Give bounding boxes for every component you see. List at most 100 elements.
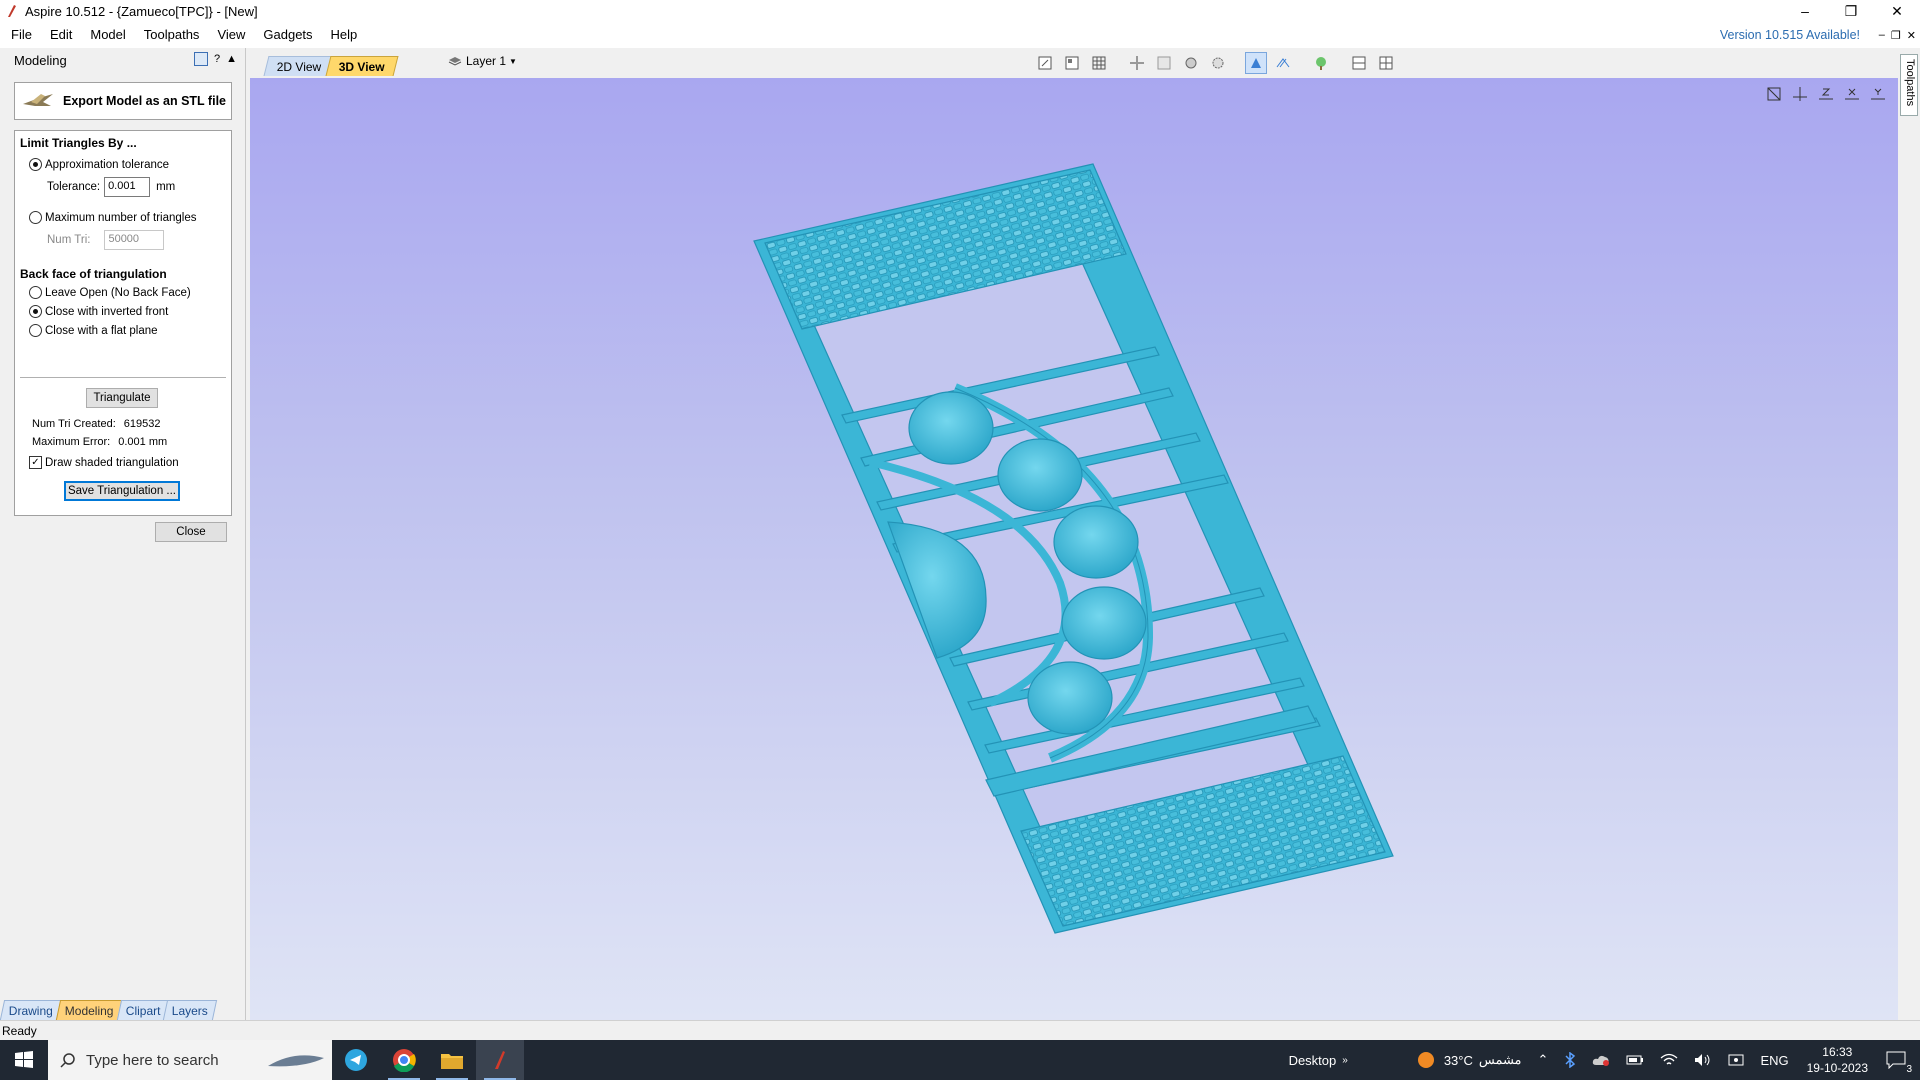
stl-model-render — [753, 163, 1394, 934]
flat-plane-radio[interactable] — [29, 324, 42, 337]
tab-clipart[interactable]: Clipart — [116, 1000, 170, 1020]
chevron-right-icon: » — [1342, 1054, 1348, 1066]
back-face-title: Back face of triangulation — [20, 267, 167, 281]
close-window-button[interactable]: ✕ — [1874, 0, 1920, 22]
export-stl-title: Export Model as an STL file — [63, 94, 226, 108]
chrome-app[interactable] — [380, 1040, 428, 1080]
save-triangulation-button[interactable]: Save Triangulation ... — [64, 481, 180, 501]
num-tri-row: Num Tri: 50000 — [47, 230, 170, 250]
divider — [20, 377, 226, 378]
desktop-toolbar[interactable]: Desktop» — [1289, 1053, 1348, 1068]
layout-quad-icon[interactable] — [1375, 52, 1397, 74]
grid-icon[interactable] — [1088, 52, 1110, 74]
tab-3d-view[interactable]: 3D View — [325, 56, 399, 76]
triangulate-button[interactable]: Triangulate — [86, 388, 158, 408]
max-triangles-option[interactable]: Maximum number of triangles — [29, 211, 196, 224]
view-tools — [1034, 52, 1397, 74]
inverted-front-option[interactable]: Close with inverted front — [29, 305, 168, 318]
notifications-button[interactable]: 3 — [1886, 1051, 1912, 1075]
tab-drawing[interactable]: Drawing — [0, 1000, 63, 1020]
draw-shaded-label: Draw shaded triangulation — [45, 456, 179, 469]
telegram-icon — [345, 1049, 367, 1071]
status-text: Ready — [2, 1024, 37, 1038]
minimize-button[interactable]: – — [1782, 0, 1828, 22]
export-stl-header: Export Model as an STL file — [14, 82, 232, 120]
windows-icon — [15, 1051, 33, 1068]
tolerance-unit: mm — [156, 181, 176, 193]
telegram-app[interactable] — [332, 1040, 380, 1080]
chevron-up-icon[interactable]: ⌃ — [1538, 1052, 1549, 1068]
inverted-front-label: Close with inverted front — [45, 305, 169, 318]
toolpaths-side-tab[interactable]: Toolpaths — [1900, 54, 1918, 116]
panel-toggle-icon[interactable] — [193, 52, 208, 66]
aspire-taskbar-app[interactable] — [476, 1040, 524, 1080]
inverted-front-radio[interactable] — [29, 305, 42, 318]
bluetooth-icon[interactable] — [1564, 1052, 1576, 1068]
layer-selector[interactable]: Layer 1 ▼ — [448, 54, 517, 68]
layout-split-icon[interactable] — [1348, 52, 1370, 74]
panel-tabs: Drawing Modeling Clipart Layers — [0, 996, 246, 1020]
max-triangles-radio[interactable] — [29, 211, 42, 224]
restore-button[interactable]: ❐ — [1828, 0, 1874, 22]
menu-model[interactable]: Model — [81, 22, 134, 48]
status-bar: Ready — [0, 1020, 1920, 1040]
num-tri-input[interactable]: 50000 — [104, 230, 165, 250]
leave-open-radio[interactable] — [29, 286, 42, 299]
clock[interactable]: 16:33 19-10-2023 — [1807, 1044, 1868, 1076]
tolerance-input[interactable]: 0.001 — [104, 177, 151, 197]
max-error-value: 0.001 mm — [118, 436, 168, 448]
num-tri-created-label: Num Tri Created: — [32, 418, 116, 430]
search-placeholder: Type here to search — [86, 1051, 219, 1069]
leave-open-option[interactable]: Leave Open (No Back Face) — [29, 286, 191, 299]
menu-view[interactable]: View — [208, 22, 254, 48]
language-indicator[interactable]: ENG — [1760, 1053, 1788, 1068]
notification-count: 3 — [1906, 1064, 1912, 1075]
draw-shaded-checkbox[interactable]: ✓ — [29, 456, 42, 469]
cloud-sync-icon[interactable] — [1592, 1053, 1610, 1067]
flat-plane-option[interactable]: Close with a flat plane — [29, 324, 158, 337]
3d-viewport[interactable] — [250, 78, 1898, 1020]
input-method-icon[interactable] — [1728, 1053, 1744, 1067]
zoom-icon[interactable] — [1153, 52, 1175, 74]
pan-icon[interactable] — [1126, 52, 1148, 74]
menu-help[interactable]: Help — [322, 22, 367, 48]
render-tree-icon[interactable] — [1310, 52, 1332, 74]
help-icon[interactable]: ? — [214, 53, 220, 65]
snap-grid-icon[interactable] — [1061, 52, 1083, 74]
version-available-link[interactable]: Version 10.515 Available! — [1720, 22, 1860, 48]
mdi-close-icon[interactable]: ✕ — [1907, 29, 1916, 42]
num-tri-created-row: Num Tri Created: 619532 — [32, 418, 168, 430]
approx-tolerance-radio[interactable] — [29, 158, 42, 171]
battery-icon[interactable] — [1626, 1054, 1644, 1066]
weather-widget[interactable]: 33°C مشمس — [1416, 1050, 1522, 1070]
tab-modeling[interactable]: Modeling — [55, 1000, 123, 1020]
draw-shaded-option[interactable]: ✓ Draw shaded triangulation — [29, 456, 179, 469]
modeling-panel: Modeling ? ▲ Export Model as an STL file… — [0, 48, 246, 1020]
approx-tolerance-option[interactable]: Approximation tolerance — [29, 158, 169, 171]
notification-icon — [1886, 1051, 1906, 1069]
sun-icon — [1417, 1052, 1434, 1068]
file-explorer-app[interactable] — [428, 1040, 476, 1080]
close-button[interactable]: Close — [155, 522, 227, 542]
zoom-all-icon[interactable] — [1207, 52, 1229, 74]
tolerance-label: Tolerance: — [47, 181, 101, 193]
zoom-box-icon[interactable] — [1180, 52, 1202, 74]
clock-time: 16:33 — [1822, 1045, 1853, 1059]
menu-edit[interactable]: Edit — [41, 22, 81, 48]
menu-file[interactable]: File — [2, 22, 41, 48]
shaded-view-icon[interactable] — [1245, 52, 1267, 74]
menu-gadgets[interactable]: Gadgets — [254, 22, 321, 48]
wifi-icon[interactable] — [1660, 1053, 1678, 1067]
pin-icon[interactable]: ▲ — [226, 53, 237, 65]
volume-icon[interactable] — [1694, 1053, 1712, 1067]
mdi-restore-icon[interactable]: ❐ — [1891, 29, 1901, 42]
fit-view-icon[interactable] — [1034, 52, 1056, 74]
wireframe-view-icon[interactable] — [1272, 52, 1294, 74]
mdi-minimize-icon[interactable]: – — [1879, 29, 1885, 41]
taskbar-search[interactable]: Type here to search — [48, 1040, 332, 1080]
tab-layers[interactable]: Layers — [163, 1000, 218, 1020]
menu-toolpaths[interactable]: Toolpaths — [135, 22, 209, 48]
tab-2d-view[interactable]: 2D View — [263, 56, 335, 76]
start-button[interactable] — [0, 1040, 48, 1080]
chevron-down-icon: ▼ — [509, 56, 517, 66]
